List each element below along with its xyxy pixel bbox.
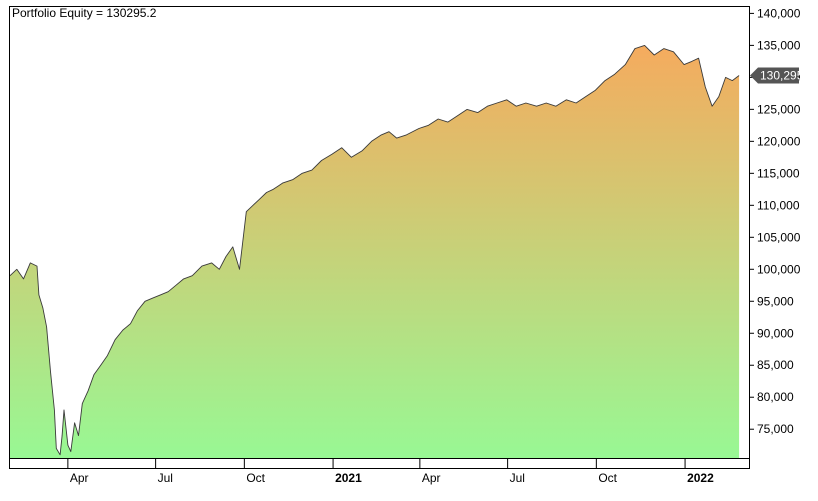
y-tick-label: 75,000	[757, 422, 794, 436]
x-tick-label: Apr	[422, 471, 441, 485]
x-tick-label: Apr	[70, 471, 89, 485]
x-tick-label: Oct	[246, 471, 265, 485]
y-tick-label: 95,000	[757, 294, 794, 308]
y-tick-label: 90,000	[757, 326, 794, 340]
x-tick-label: Jul	[158, 471, 173, 485]
equity-chart: 75,000 80,000 85,000 90,000 95,000 100,000 105…	[0, 0, 818, 496]
x-tick-label: Jul	[510, 471, 525, 485]
chart-title: Portfolio Equity = 130295.2	[12, 6, 157, 20]
y-tick-label: 115,000	[757, 166, 800, 180]
y-tick-label: 135,000	[757, 38, 801, 52]
y-tick-label: 100,000	[757, 262, 801, 276]
y-tick-label: 80,000	[757, 390, 794, 404]
y-tick-label: 85,000	[757, 358, 794, 372]
last-value-label: 130,295	[760, 68, 804, 82]
chart-svg: 75,000 80,000 85,000 90,000 95,000 100,000 105…	[0, 0, 818, 496]
x-tick-label: Oct	[598, 471, 617, 485]
y-tick-label: 120,000	[757, 134, 801, 148]
x-tick-label: 2022	[687, 471, 714, 485]
x-tick-label: 2021	[335, 471, 362, 485]
y-tick-label: 125,000	[757, 102, 801, 116]
y-tick-label: 105,000	[757, 230, 801, 244]
last-value-marker: 130,295	[750, 67, 804, 84]
y-tick-label: 110,000	[757, 198, 800, 212]
y-tick-label: 140,000	[757, 6, 801, 20]
